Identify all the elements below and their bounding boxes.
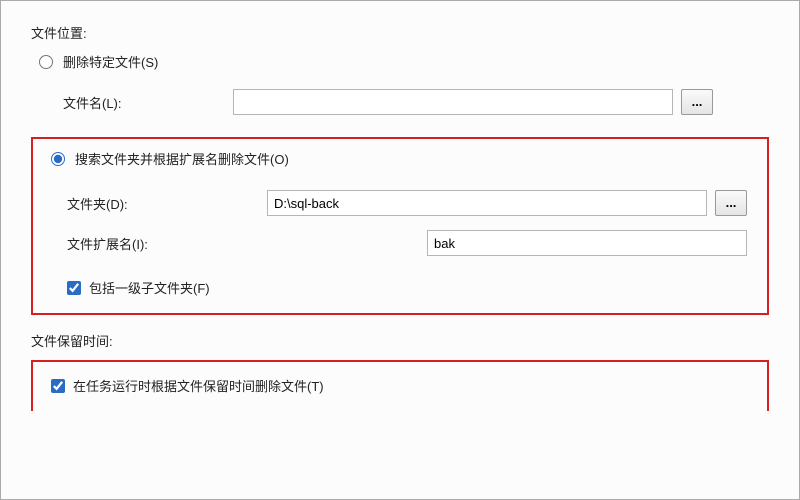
search-folder-radio-row: 搜索文件夹并根据扩展名删除文件(O) <box>51 149 757 168</box>
file-location-heading: 文件位置: <box>31 23 799 42</box>
include-subfolders-checkbox[interactable] <box>67 281 81 295</box>
extension-label: 文件扩展名(I): <box>67 234 267 253</box>
folder-label: 文件夹(D): <box>67 194 267 213</box>
folder-row: 文件夹(D): ... <box>67 190 757 216</box>
extension-input[interactable] <box>427 230 747 256</box>
filename-browse-button[interactable]: ... <box>681 89 713 115</box>
delete-by-retention-checkbox[interactable] <box>51 379 65 393</box>
extension-row: 文件扩展名(I): <box>67 230 757 256</box>
settings-panel: 文件位置: 删除特定文件(S) 文件名(L): ... 搜索文件夹并根据扩展名删… <box>0 0 800 500</box>
search-folder-highlight: 搜索文件夹并根据扩展名删除文件(O) 文件夹(D): ... 文件扩展名(I):… <box>31 137 769 315</box>
include-subfolders-row: 包括一级子文件夹(F) <box>67 278 757 297</box>
delete-specific-radio[interactable] <box>39 55 53 69</box>
folder-input[interactable] <box>267 190 707 216</box>
filename-input[interactable] <box>233 89 673 115</box>
retention-heading: 文件保留时间: <box>31 331 799 350</box>
delete-by-retention-label: 在任务运行时根据文件保留时间删除文件(T) <box>73 376 324 395</box>
delete-specific-label: 删除特定文件(S) <box>63 52 158 71</box>
delete-specific-radio-row: 删除特定文件(S) <box>39 52 799 71</box>
filename-label: 文件名(L): <box>63 93 233 112</box>
retention-highlight: 在任务运行时根据文件保留时间删除文件(T) <box>31 360 769 411</box>
include-subfolders-label: 包括一级子文件夹(F) <box>89 278 210 297</box>
search-folder-label: 搜索文件夹并根据扩展名删除文件(O) <box>75 149 289 168</box>
filename-row: 文件名(L): ... <box>63 89 799 115</box>
delete-by-retention-row: 在任务运行时根据文件保留时间删除文件(T) <box>51 376 757 395</box>
folder-browse-button[interactable]: ... <box>715 190 747 216</box>
search-folder-radio[interactable] <box>51 152 65 166</box>
